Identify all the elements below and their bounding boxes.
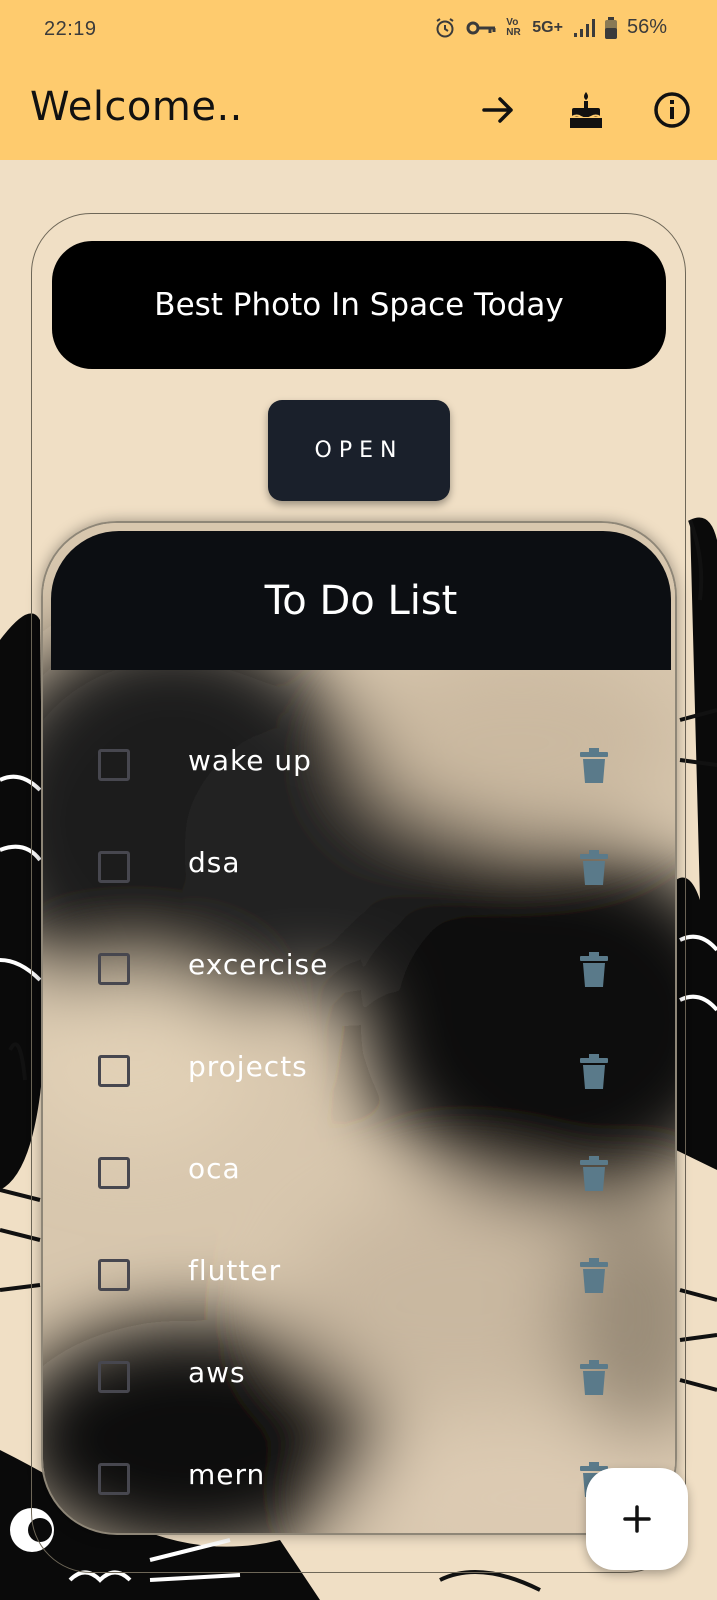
delete-icon[interactable]	[578, 1258, 610, 1294]
list-item: oca	[43, 1121, 675, 1221]
todo-panel: To Do List wake up dsa excercise project…	[41, 521, 677, 1535]
list-item: wake up	[43, 713, 675, 813]
list-item: flutter	[43, 1223, 675, 1323]
plus-icon	[623, 1505, 651, 1533]
alarm-icon	[436, 17, 454, 37]
todo-text: projects	[188, 1050, 308, 1083]
app-title: Welcome..	[30, 84, 243, 130]
list-item: aws	[43, 1325, 675, 1425]
battery-icon	[604, 16, 617, 39]
list-item: excercise	[43, 917, 675, 1017]
list-item: dsa	[43, 815, 675, 915]
todo-checkbox[interactable]	[98, 851, 130, 883]
best-photo-label: Best Photo In Space Today	[154, 287, 564, 323]
delete-icon[interactable]	[578, 748, 610, 784]
arrow-forward-icon	[482, 97, 513, 123]
todo-text: flutter	[188, 1254, 282, 1287]
network-label: 5G+	[532, 18, 563, 36]
delete-icon[interactable]	[578, 1156, 610, 1192]
todo-header: To Do List	[51, 531, 671, 670]
open-button[interactable]: OPEN	[268, 400, 450, 501]
todo-checkbox[interactable]	[98, 953, 130, 985]
battery-percent: 56%	[626, 16, 667, 38]
forward-button[interactable]	[474, 86, 522, 134]
key-icon	[466, 21, 496, 34]
delete-icon[interactable]	[578, 1360, 610, 1396]
delete-icon[interactable]	[578, 952, 610, 988]
todo-text: dsa	[188, 846, 241, 879]
delete-icon[interactable]	[578, 1054, 610, 1090]
todo-text: excercise	[188, 948, 329, 981]
open-button-label: OPEN	[314, 438, 404, 463]
todo-checkbox[interactable]	[98, 1361, 130, 1393]
cake-button[interactable]	[562, 86, 610, 134]
list-item: projects	[43, 1019, 675, 1119]
status-bar: 22:19 Vo NR 5G+ 56%	[0, 0, 717, 60]
delete-icon[interactable]	[578, 850, 610, 886]
todo-title: To Do List	[264, 577, 458, 624]
todo-checkbox[interactable]	[98, 1463, 130, 1495]
todo-checkbox[interactable]	[98, 1157, 130, 1189]
todo-text: wake up	[188, 744, 312, 777]
todo-checkbox[interactable]	[98, 1259, 130, 1291]
list-item: mern	[43, 1427, 675, 1527]
todo-text: mern	[188, 1458, 266, 1491]
status-time: 22:19	[44, 18, 97, 40]
status-icons: Vo NR 5G+ 56%	[434, 16, 667, 39]
volte-label: Vo NR	[506, 16, 521, 38]
todo-checkbox[interactable]	[98, 1055, 130, 1087]
todo-text: aws	[188, 1356, 246, 1389]
cake-icon	[570, 92, 602, 128]
best-photo-banner[interactable]: Best Photo In Space Today	[52, 241, 666, 369]
signal-icon	[573, 18, 595, 37]
app-bar: Welcome..	[0, 60, 717, 160]
todo-checkbox[interactable]	[98, 749, 130, 781]
add-todo-button[interactable]	[586, 1468, 688, 1570]
todo-text: oca	[188, 1152, 241, 1185]
info-icon	[654, 92, 690, 128]
info-button[interactable]	[648, 86, 696, 134]
